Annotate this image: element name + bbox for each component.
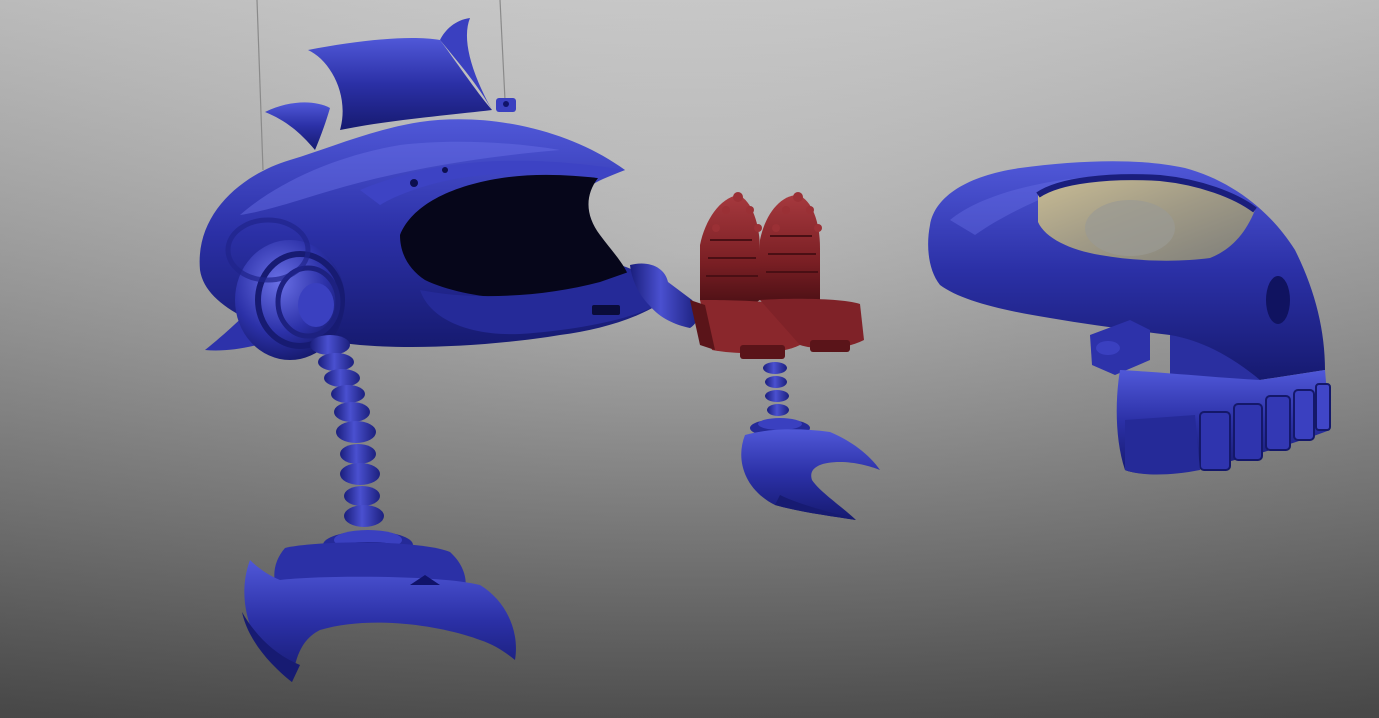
jaw-vent	[592, 305, 620, 315]
seat-mount	[740, 345, 785, 359]
render-viewport	[0, 0, 1379, 718]
render-canvas	[0, 0, 1379, 718]
mount-hole	[503, 101, 509, 107]
jaw-plate	[1125, 415, 1200, 475]
nose-cavity	[1266, 276, 1290, 324]
hull-bolt	[442, 167, 448, 173]
visor-reflection	[1085, 200, 1175, 256]
hull-bolt	[410, 179, 418, 187]
